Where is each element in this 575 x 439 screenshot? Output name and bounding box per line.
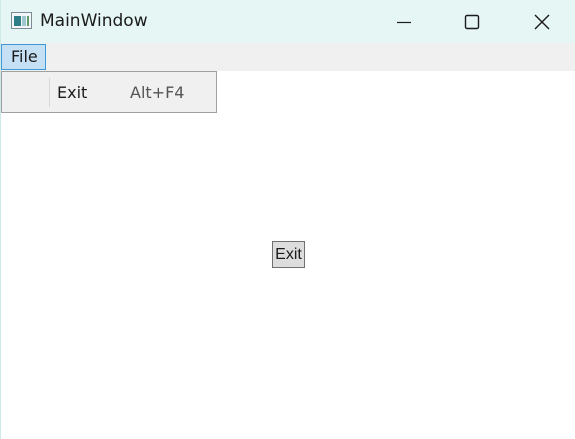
minimize-icon (397, 21, 411, 24)
menu-bar: File (1, 43, 575, 71)
menu-file[interactable]: File (1, 44, 46, 70)
title-bar[interactable]: MainWindow (1, 0, 575, 43)
menu-item-exit[interactable]: Exit Alt+F4 (2, 72, 216, 112)
minimize-button[interactable] (370, 0, 438, 43)
exit-button[interactable]: Exit (272, 241, 305, 268)
app-icon (11, 12, 32, 29)
close-button[interactable] (508, 0, 575, 43)
menu-item-exit-shortcut: Alt+F4 (130, 83, 185, 102)
maximize-button[interactable] (438, 0, 506, 43)
file-menu-dropdown: Exit Alt+F4 (1, 71, 217, 113)
maximize-icon (464, 14, 480, 30)
menu-item-exit-label: Exit (57, 83, 88, 102)
main-window: MainWindow File Exit Alt+F4 Exit (0, 0, 575, 439)
window-title: MainWindow (40, 11, 148, 31)
close-icon (534, 14, 550, 30)
